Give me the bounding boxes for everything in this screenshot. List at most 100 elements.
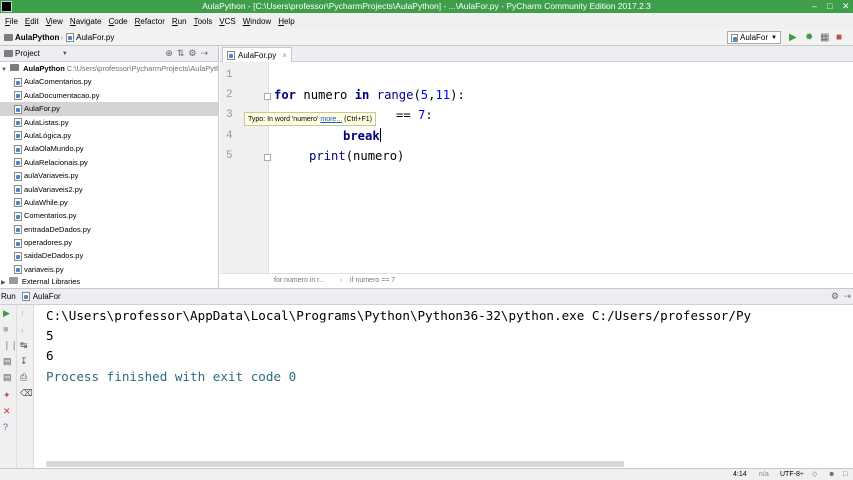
file-label: aulaVariaveis2.py xyxy=(24,184,83,194)
scroll-from-source-icon[interactable]: ⊕ xyxy=(165,48,177,58)
soft-wrap-icon[interactable]: ↹ xyxy=(20,340,28,350)
project-panel: Project ▼ ⊕⇅⚙⇢ ▼ AulaPython C:\Users\pro… xyxy=(0,46,219,288)
rerun-icon[interactable]: ▶ xyxy=(3,308,10,318)
line-number: 2 xyxy=(226,89,233,101)
file-label: AulaOlaMundo.py xyxy=(24,144,84,154)
fold-marker-icon[interactable] xyxy=(264,154,271,161)
line-separator[interactable]: n/a xyxy=(759,469,769,480)
tree-file[interactable]: saidaDeDados.py xyxy=(0,249,218,262)
file-encoding[interactable]: UTF-8÷ xyxy=(780,469,804,480)
menu-window[interactable]: Window xyxy=(240,17,275,26)
project-panel-title[interactable]: Project xyxy=(15,49,40,58)
code-token: == xyxy=(396,108,419,122)
hide-icon[interactable]: ⇢ xyxy=(843,291,851,302)
tooltip-more-link[interactable]: more... xyxy=(320,116,342,123)
tree-file[interactable]: aulaVariaveis2.py xyxy=(0,183,218,196)
tree-file[interactable]: AulaDocumentacao.py xyxy=(0,89,218,102)
pause-icon[interactable]: ❙❙ xyxy=(3,340,18,350)
menu-run[interactable]: Run xyxy=(169,17,191,26)
file-label: entradaDeDados.py xyxy=(24,224,91,234)
tree-external-libraries[interactable]: ▶ External Libraries xyxy=(0,276,218,285)
up-arrow-icon[interactable]: ↑ xyxy=(20,308,25,318)
code-breadcrumb[interactable]: if numero == 7 xyxy=(350,274,395,288)
close-icon[interactable]: ✕ xyxy=(3,406,11,416)
chevron-down-icon[interactable]: ▼ xyxy=(62,51,68,57)
trash-icon[interactable]: ⌫ xyxy=(20,388,33,398)
horizontal-scrollbar[interactable] xyxy=(46,461,624,467)
stop-icon[interactable]: ■ xyxy=(3,324,8,334)
tree-file[interactable]: AulaWhile.py xyxy=(0,196,218,209)
menu-file[interactable]: File xyxy=(2,17,22,26)
file-label: AulaListas.py xyxy=(24,117,69,127)
event-log-icon[interactable]: □ xyxy=(843,469,847,480)
python-file-icon xyxy=(14,225,22,235)
minimize-icon[interactable]: – xyxy=(812,1,817,11)
panel-header-icons[interactable]: ⊕⇅⚙⇢ xyxy=(165,48,212,59)
tree-file[interactable]: AulaListas.py xyxy=(0,116,218,129)
tree-file[interactable]: operadores.py xyxy=(0,236,218,249)
caret-position[interactable]: 4:14 xyxy=(733,469,747,480)
print-icon[interactable]: ⎙ xyxy=(20,372,27,382)
close-icon[interactable]: ✕ xyxy=(842,1,850,11)
code-token: ( xyxy=(413,88,421,102)
run-config-dropdown[interactable]: AulaFor ▼ xyxy=(727,31,781,44)
close-tab-icon[interactable]: × xyxy=(282,51,287,60)
expand-arrow-icon[interactable]: ▼ xyxy=(1,67,7,73)
breadcrumb-project[interactable]: AulaPython xyxy=(15,33,59,42)
python-file-icon xyxy=(731,33,739,42)
code-breadcrumb[interactable]: for numero in r... xyxy=(274,274,325,288)
menu-vcs[interactable]: VCS xyxy=(216,17,239,26)
title-bar: AulaPython - [C:\Users\professor\Pycharm… xyxy=(0,0,853,13)
dump-threads-icon[interactable]: ▤ xyxy=(3,356,12,366)
inspector-icon[interactable]: ☻ xyxy=(828,469,835,480)
menu-edit[interactable]: Edit xyxy=(22,17,43,26)
scroll-to-end-icon[interactable]: ↧ xyxy=(20,356,28,366)
tree-file[interactable]: AulaOlaMundo.py xyxy=(0,142,218,155)
menu-refactor[interactable]: Refactor xyxy=(132,17,169,26)
status-bar: 4:14 n/a UTF-8÷ ◇ ☻ □ xyxy=(0,468,853,480)
code-area[interactable]: for numero in range(5,11): == 7: break p… xyxy=(272,62,853,273)
line-number: 1 xyxy=(226,69,233,81)
menu-help[interactable]: Help xyxy=(275,17,298,26)
file-label: operadores.py xyxy=(24,238,72,248)
expand-arrow-icon[interactable]: ▶ xyxy=(1,280,6,285)
down-arrow-icon[interactable]: ↓ xyxy=(20,324,25,334)
help-icon[interactable]: ? xyxy=(3,422,8,432)
console-output[interactable]: C:\Users\professor\AppData\Local\Program… xyxy=(46,306,751,387)
tree-root[interactable]: ▼ AulaPython C:\Users\professor\PycharmP… xyxy=(0,62,218,75)
editor-tab-bar: AulaFor.py × xyxy=(220,46,853,62)
menu-navigate[interactable]: Navigate xyxy=(67,17,106,26)
run-config-tab[interactable]: AulaFor xyxy=(33,292,61,301)
python-file-icon xyxy=(14,211,22,221)
stop-icon[interactable]: ■ xyxy=(836,32,842,43)
breadcrumb-file[interactable]: AulaFor.py xyxy=(76,33,114,42)
collapse-all-icon[interactable]: ⇅ xyxy=(177,48,189,58)
tree-file[interactable]: Comentarios.py xyxy=(0,209,218,222)
settings-icon[interactable]: ▤ xyxy=(3,372,12,382)
coverage-icon[interactable]: ▦ xyxy=(820,32,829,43)
tree-file[interactable]: entradaDeDados.py xyxy=(0,223,218,236)
breadcrumb-separator: › xyxy=(60,32,64,42)
tree-file[interactable]: AulaRelacionais.py xyxy=(0,156,218,169)
tree-file[interactable]: AulaComentarios.py xyxy=(0,75,218,88)
debug-icon[interactable]: ✹ xyxy=(805,32,813,43)
run-icon[interactable]: ▶ xyxy=(789,32,797,43)
tree-file[interactable]: AulaLógica.py xyxy=(0,129,218,142)
tab-aulafor[interactable]: AulaFor.py × xyxy=(222,47,292,62)
gear-icon[interactable]: ⚙ xyxy=(831,291,839,302)
python-file-icon xyxy=(14,131,22,141)
tree-file[interactable]: aulaVariaveis.py xyxy=(0,169,218,182)
menu-tools[interactable]: Tools xyxy=(191,17,217,26)
pin-icon[interactable]: ✦ xyxy=(3,390,11,400)
gear-icon[interactable]: ⚙ xyxy=(188,48,200,58)
menu-code[interactable]: Code xyxy=(106,17,132,26)
fold-marker-icon[interactable] xyxy=(264,93,271,100)
maximize-icon[interactable]: □ xyxy=(827,1,832,11)
tree-file[interactable]: variaveis.py xyxy=(0,263,218,276)
lock-icon[interactable]: ◇ xyxy=(812,469,817,480)
python-file-icon xyxy=(14,158,22,168)
chevron-down-icon: ▼ xyxy=(771,34,777,41)
hide-icon[interactable]: ⇢ xyxy=(200,48,212,58)
tree-file-selected[interactable]: AulaFor.py xyxy=(0,102,218,116)
menu-view[interactable]: View xyxy=(43,17,67,26)
